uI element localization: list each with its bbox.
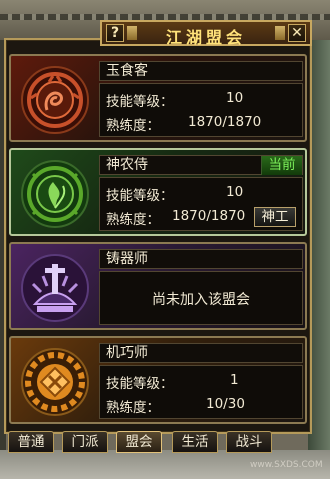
dragon-emblem-icon: [21, 66, 89, 134]
guild-name: 机巧师: [99, 343, 303, 363]
guild-card-herbalist[interactable]: 神农侍 当前 技能等级： 10 熟练度： 1870/1870 神工: [9, 148, 307, 236]
skill-level-label: 技能等级：: [106, 188, 174, 204]
forge-emblem-icon: [21, 254, 89, 322]
guild-name: 玉食客: [99, 61, 303, 81]
help-button[interactable]: ?: [106, 24, 124, 42]
gear-emblem-icon: [21, 348, 89, 416]
window-title: 江湖盟会: [165, 28, 246, 47]
skill-level-value: 1: [230, 372, 239, 388]
title-bar[interactable]: ? 江湖盟会 ✕: [100, 20, 312, 47]
skill-level-row: 技能等级： 1: [106, 372, 239, 392]
proficiency-value: 10/30: [206, 396, 245, 412]
skill-level-label: 技能等级：: [106, 376, 174, 392]
proficiency-value: 1870/1870: [188, 114, 262, 130]
guild-card-mechanist[interactable]: 机巧师 技能等级： 1 熟练度： 10/30: [9, 336, 307, 424]
skill-level-value: 10: [226, 184, 244, 200]
proficiency-row: 熟练度： 1870/1870: [106, 208, 245, 228]
guild-card-smith[interactable]: 铸器师 尚未加入该盟会: [9, 242, 307, 330]
proficiency-label: 熟练度：: [106, 212, 160, 228]
title-ornament-right-icon: [275, 26, 285, 40]
guild-name-text: 神农侍: [106, 157, 148, 173]
herb-emblem-icon: [21, 160, 89, 228]
guild-card-cook[interactable]: 玉食客 技能等级： 10 熟练度： 1870/1870: [9, 54, 307, 142]
tab-guild[interactable]: 盟会: [116, 431, 162, 453]
guild-stats: 尚未加入该盟会: [99, 271, 303, 325]
skill-level-value: 10: [226, 90, 244, 106]
proficiency-label: 熟练度：: [106, 118, 160, 134]
guild-stats: 技能等级： 1 熟练度： 10/30: [99, 365, 303, 419]
close-button[interactable]: ✕: [288, 24, 306, 42]
tab-sect[interactable]: 门派: [62, 431, 108, 453]
craft-skill-button[interactable]: 神工: [254, 207, 296, 227]
skill-level-row: 技能等级： 10: [106, 184, 243, 204]
skill-level-row: 技能等级： 10: [106, 90, 243, 110]
current-status-badge: 当前: [261, 156, 302, 175]
guild-stats: 技能等级： 10 熟练度： 1870/1870: [99, 83, 303, 137]
guild-stats: 技能等级： 10 熟练度： 1870/1870 神工: [99, 177, 303, 231]
watermark: www.SXDS.COM: [250, 460, 323, 470]
proficiency-row: 熟练度： 1870/1870: [106, 114, 261, 134]
tab-combat[interactable]: 战斗: [226, 431, 272, 453]
skill-level-label: 技能等级：: [106, 94, 174, 110]
proficiency-value: 1870/1870: [172, 208, 246, 224]
not-joined-message: 尚未加入该盟会: [152, 292, 250, 308]
tab-normal[interactable]: 普通: [8, 431, 54, 453]
proficiency-row: 熟练度： 10/30: [106, 396, 245, 416]
tab-life[interactable]: 生活: [172, 431, 218, 453]
guild-name: 神农侍 当前: [99, 155, 303, 175]
proficiency-label: 熟练度：: [106, 400, 160, 416]
guild-name: 铸器师: [99, 249, 303, 269]
